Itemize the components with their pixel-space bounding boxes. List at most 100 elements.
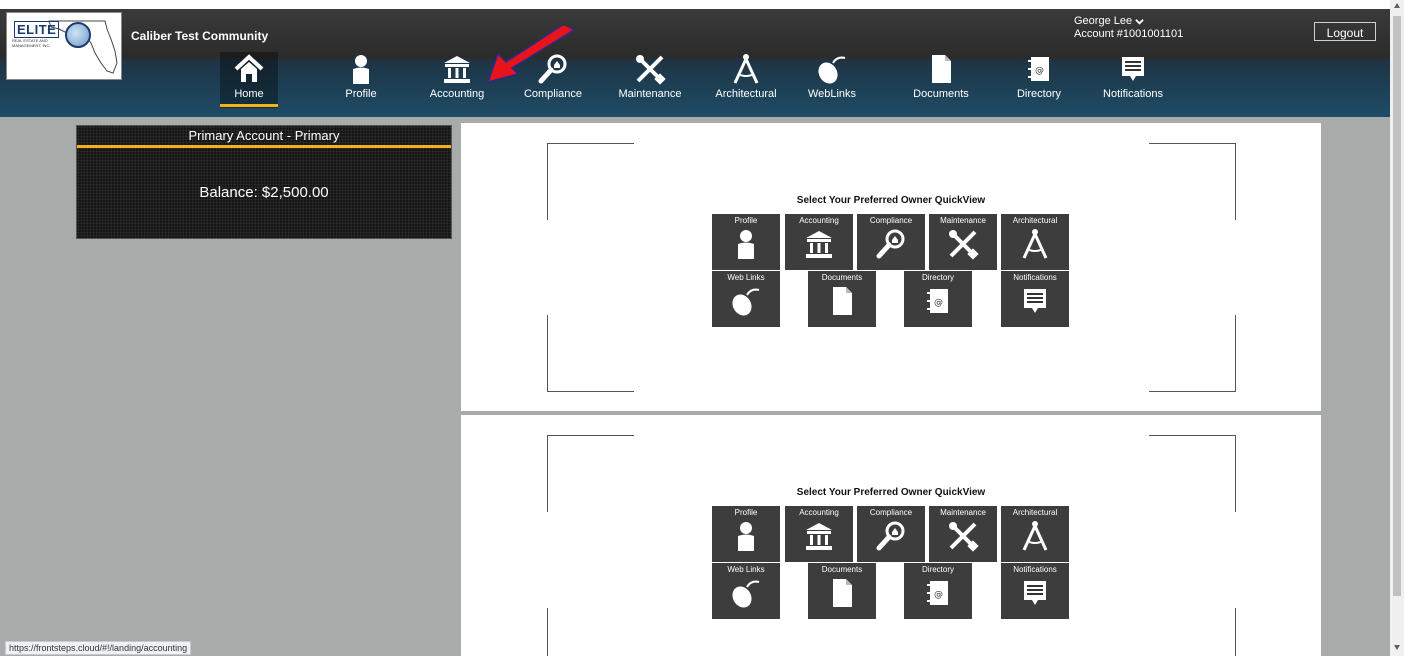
user-menu[interactable]: George Lee Account #1001001101 [1074, 15, 1183, 41]
tile-label: Compliance [869, 216, 913, 225]
tile-label: Web Links [727, 273, 765, 282]
nav-maintenance-label: Maintenance [618, 88, 682, 100]
bank-icon [444, 56, 470, 83]
nav-directory[interactable]: @ Directory [1012, 52, 1066, 108]
tile-label: Maintenance [940, 216, 986, 225]
elite-logo[interactable]: ELITE REAL ESTATE AND MANAGEMENT, INC. [6, 12, 122, 80]
bracket-bottom-left [547, 315, 634, 392]
bank-icon [806, 523, 832, 550]
svg-text:@: @ [934, 590, 943, 600]
document-icon [833, 579, 852, 607]
tile-label: Directory [921, 273, 954, 282]
logout-button[interactable]: Logout [1314, 22, 1376, 41]
scrollbar-thumb[interactable] [1393, 16, 1401, 596]
tile-label: Accounting [799, 508, 839, 517]
bracket-top-right [1149, 435, 1236, 512]
bracket-bottom-left [547, 608, 634, 656]
tile-label: Web Links [727, 565, 765, 574]
logo-subtext: REAL ESTATE AND MANAGEMENT, INC. [12, 38, 51, 48]
app-header: ELITE REAL ESTATE AND MANAGEMENT, INC. C… [0, 9, 1390, 117]
quickview-tile-maintenance[interactable]: Maintenance [929, 506, 997, 562]
tile-label: Profile [734, 216, 758, 225]
vertical-scrollbar[interactable] [1390, 0, 1404, 656]
nav-profile-label: Profile [345, 88, 377, 100]
nav-documents-label: Documents [913, 88, 969, 100]
person-icon [353, 55, 369, 84]
address-book-icon: @ [927, 289, 948, 313]
tile-label: Compliance [869, 508, 913, 517]
quickview-tile-profile[interactable]: Profile [712, 506, 780, 562]
logo-text: ELITE [14, 21, 60, 38]
bracket-top-right [1149, 143, 1236, 220]
bracket-top-left [547, 143, 634, 220]
nav-notifications[interactable]: Notifications [1098, 52, 1168, 108]
mouse-icon [732, 580, 760, 608]
nav-compliance-label: Compliance [523, 88, 583, 100]
nav-home[interactable]: Home [220, 52, 278, 108]
nav-weblinks[interactable]: WebLinks [802, 52, 862, 108]
quickview-tile-compliance[interactable]: Compliance [857, 506, 925, 562]
quickview-tile-weblinks[interactable]: Web Links [712, 563, 780, 619]
quickview-tile-profile[interactable]: Profile [712, 214, 780, 270]
nav-maintenance[interactable]: Maintenance [614, 52, 686, 108]
tile-label: Accounting [799, 216, 839, 225]
quickview-tile-directory[interactable]: Directory @ [904, 271, 972, 327]
address-book-icon: @ [927, 581, 948, 605]
message-icon [1024, 289, 1046, 313]
quickview-tile-accounting[interactable]: Accounting [785, 214, 853, 270]
person-icon [738, 230, 754, 259]
annotation-arrow [486, 26, 576, 84]
quickview-tile-accounting[interactable]: Accounting [785, 506, 853, 562]
quickview-tile-directory[interactable]: Directory @ [904, 563, 972, 619]
active-indicator [220, 104, 278, 107]
quickview-title: Select Your Preferred Owner QuickView [796, 487, 986, 498]
tools-icon [949, 522, 979, 552]
bank-icon [806, 231, 832, 258]
nav-home-label: Home [234, 88, 264, 100]
document-icon [833, 287, 852, 315]
scroll-up-icon[interactable] [1394, 3, 1400, 8]
quickview-tile-architectural[interactable]: Architectural [1001, 506, 1069, 562]
tools-icon [636, 55, 666, 85]
quickview-tile-weblinks[interactable]: Web Links [712, 271, 780, 327]
user-name: George Lee [1074, 15, 1133, 27]
mouse-icon [732, 288, 760, 316]
mouse-icon [818, 56, 846, 84]
svg-text:@: @ [934, 298, 943, 308]
bracket-bottom-right [1149, 608, 1236, 656]
svg-text:@: @ [1035, 66, 1044, 76]
nav-directory-label: Directory [1016, 88, 1061, 100]
nav-accounting[interactable]: Accounting [424, 52, 490, 108]
tile-label: Maintenance [940, 508, 986, 517]
tile-label: Profile [734, 508, 758, 517]
document-icon [932, 55, 951, 83]
person-icon [738, 522, 754, 551]
nav-profile[interactable]: Profile [336, 52, 386, 108]
bracket-top-left [547, 435, 634, 512]
chevron-down-icon [1135, 18, 1144, 25]
compass-icon [1022, 521, 1048, 551]
quickview-tile-documents[interactable]: Documents [808, 271, 876, 327]
nav-architectural[interactable]: Architectural [711, 52, 781, 108]
message-icon [1024, 581, 1046, 605]
message-icon [1122, 57, 1144, 81]
quickview-tile-notifications[interactable]: Notifications [1001, 271, 1069, 327]
tile-label: Documents [821, 273, 863, 282]
magnifier-icon [876, 521, 905, 551]
globe-icon [65, 22, 91, 48]
quickview-title: Select Your Preferred Owner QuickView [796, 195, 986, 206]
quickview-tile-architectural[interactable]: Architectural [1001, 214, 1069, 270]
quickview-tile-notifications[interactable]: Notifications [1001, 563, 1069, 619]
quickview-tile-compliance[interactable]: Compliance [857, 214, 925, 270]
tile-label: Architectural [1012, 508, 1058, 517]
nav-accounting-label: Accounting [429, 88, 485, 100]
quickview-tile-documents[interactable]: Documents [808, 563, 876, 619]
quickview-tile-maintenance[interactable]: Maintenance [929, 214, 997, 270]
bracket-bottom-right [1149, 315, 1236, 392]
scroll-down-icon[interactable] [1394, 645, 1400, 650]
account-card[interactable]: Primary Account - Primary Balance: $2,50… [76, 125, 452, 239]
tile-label: Notifications [1013, 273, 1057, 282]
account-title: Primary Account - Primary [77, 126, 451, 148]
nav-documents[interactable]: Documents [910, 52, 972, 108]
tile-label: Architectural [1012, 216, 1058, 225]
